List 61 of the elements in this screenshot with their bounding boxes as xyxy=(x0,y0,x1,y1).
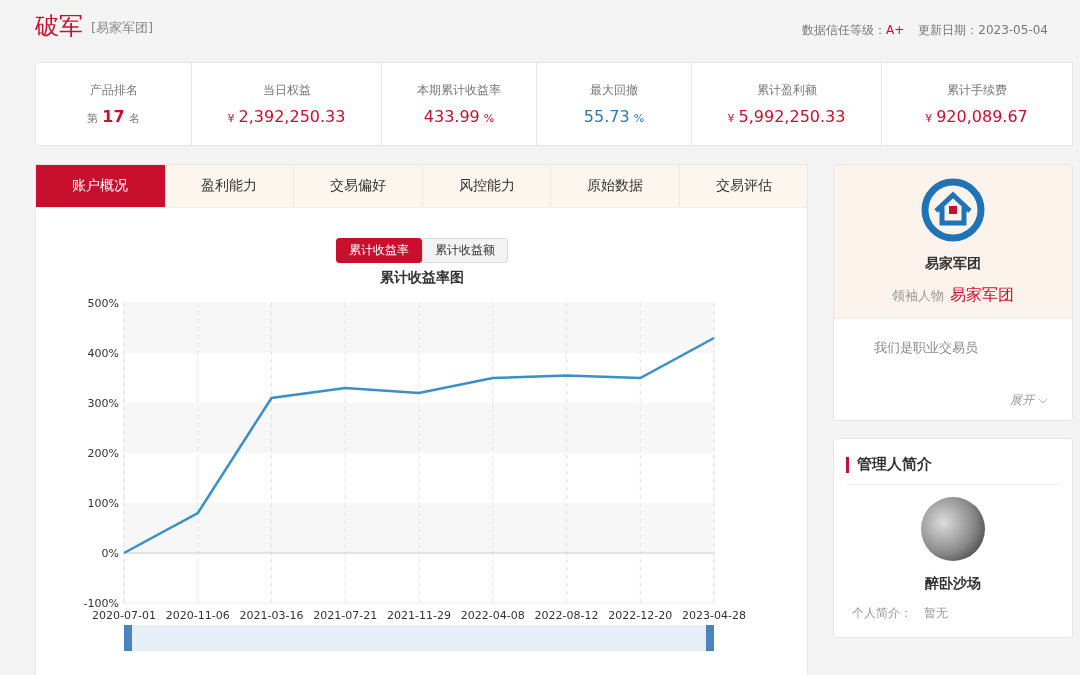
x-axis-label: 2021-03-16 xyxy=(239,609,304,622)
y-axis-label: 300% xyxy=(87,397,119,410)
chart-toggle[interactable]: 累计收益率 xyxy=(335,238,422,263)
leader-label: 领袖人物 xyxy=(892,287,945,305)
stat-label: 累计盈利额 xyxy=(756,82,817,99)
stat-label: 最大回撤 xyxy=(590,82,638,99)
y-axis-label: 100% xyxy=(87,497,119,510)
team-description: 我们是职业交易员 xyxy=(873,339,980,357)
chevron-down-icon xyxy=(1038,397,1048,404)
chart-toggle[interactable]: 累计收益额 xyxy=(421,238,508,263)
stat-value: 433.99 xyxy=(423,107,480,126)
x-axis-label: 2022-12-20 xyxy=(608,609,673,622)
x-axis-label: 2022-08-12 xyxy=(534,609,599,622)
chart-title: 累计收益率图 xyxy=(378,269,465,287)
stat-label: 当日权益 xyxy=(262,82,311,99)
stat-prefix: ¥ xyxy=(925,112,933,125)
team-name: 易家军团 xyxy=(925,255,982,273)
stat-unit: % xyxy=(633,112,645,125)
y-axis-label: 500% xyxy=(87,297,119,310)
stat-prefix: ¥ xyxy=(227,112,235,125)
tab[interactable]: 原始数据 xyxy=(550,165,679,207)
y-axis-label: 400% xyxy=(87,347,119,360)
y-axis-label: 0% xyxy=(101,547,119,560)
x-axis-label: 2022-04-08 xyxy=(460,609,525,622)
stat-value: 55.73 xyxy=(583,107,630,126)
date-label: 更新日期： xyxy=(918,21,979,39)
stat-prefix: ¥ xyxy=(727,112,735,125)
stat-value: 17 xyxy=(102,107,125,126)
update-date: 2023-05-04 xyxy=(978,23,1048,37)
leader-name: 易家军团 xyxy=(950,285,1015,306)
stat-prefix: 第 xyxy=(87,111,99,126)
house-logo-icon xyxy=(920,177,987,243)
page-subtitle: [易家军团] xyxy=(91,19,154,37)
bio-label: 个人简介： xyxy=(852,605,913,622)
page-title: 破军 xyxy=(35,11,83,42)
bio-value: 暂无 xyxy=(924,605,949,622)
stat-value: 5,992,250.33 xyxy=(738,107,846,126)
x-axis-label: 2023-04-28 xyxy=(682,609,746,622)
trust-label: 数据信任等级： xyxy=(802,21,886,39)
tab[interactable]: 盈利能力 xyxy=(164,165,294,207)
tab[interactable]: 账户概况 xyxy=(36,165,165,207)
manager-name: 醉卧沙场 xyxy=(925,575,982,593)
section-heading: 管理人简介 xyxy=(857,455,933,474)
stat-unit: 名 xyxy=(128,111,140,126)
stat-value: 920,089.67 xyxy=(936,107,1028,126)
y-axis-label: -100% xyxy=(83,597,119,610)
stat-unit: % xyxy=(483,112,495,125)
x-axis-label: 2020-11-06 xyxy=(165,609,230,622)
stat-value: 2,392,250.33 xyxy=(238,107,346,126)
tab[interactable]: 交易评估 xyxy=(678,165,808,207)
x-axis-label: 2021-07-21 xyxy=(313,609,378,622)
stat-label: 累计手续费 xyxy=(946,82,1007,99)
stat-label: 产品排名 xyxy=(89,82,138,99)
tab[interactable]: 风控能力 xyxy=(421,165,551,207)
tab[interactable]: 交易偏好 xyxy=(293,165,422,207)
x-axis-label: 2020-07-01 xyxy=(92,609,156,622)
zoom-slider[interactable] xyxy=(124,625,714,651)
trust-grade: A+ xyxy=(886,23,905,37)
stat-label: 本期累计收益率 xyxy=(417,82,501,99)
x-axis-label: 2021-11-29 xyxy=(387,609,451,622)
y-axis-label: 200% xyxy=(87,447,119,460)
